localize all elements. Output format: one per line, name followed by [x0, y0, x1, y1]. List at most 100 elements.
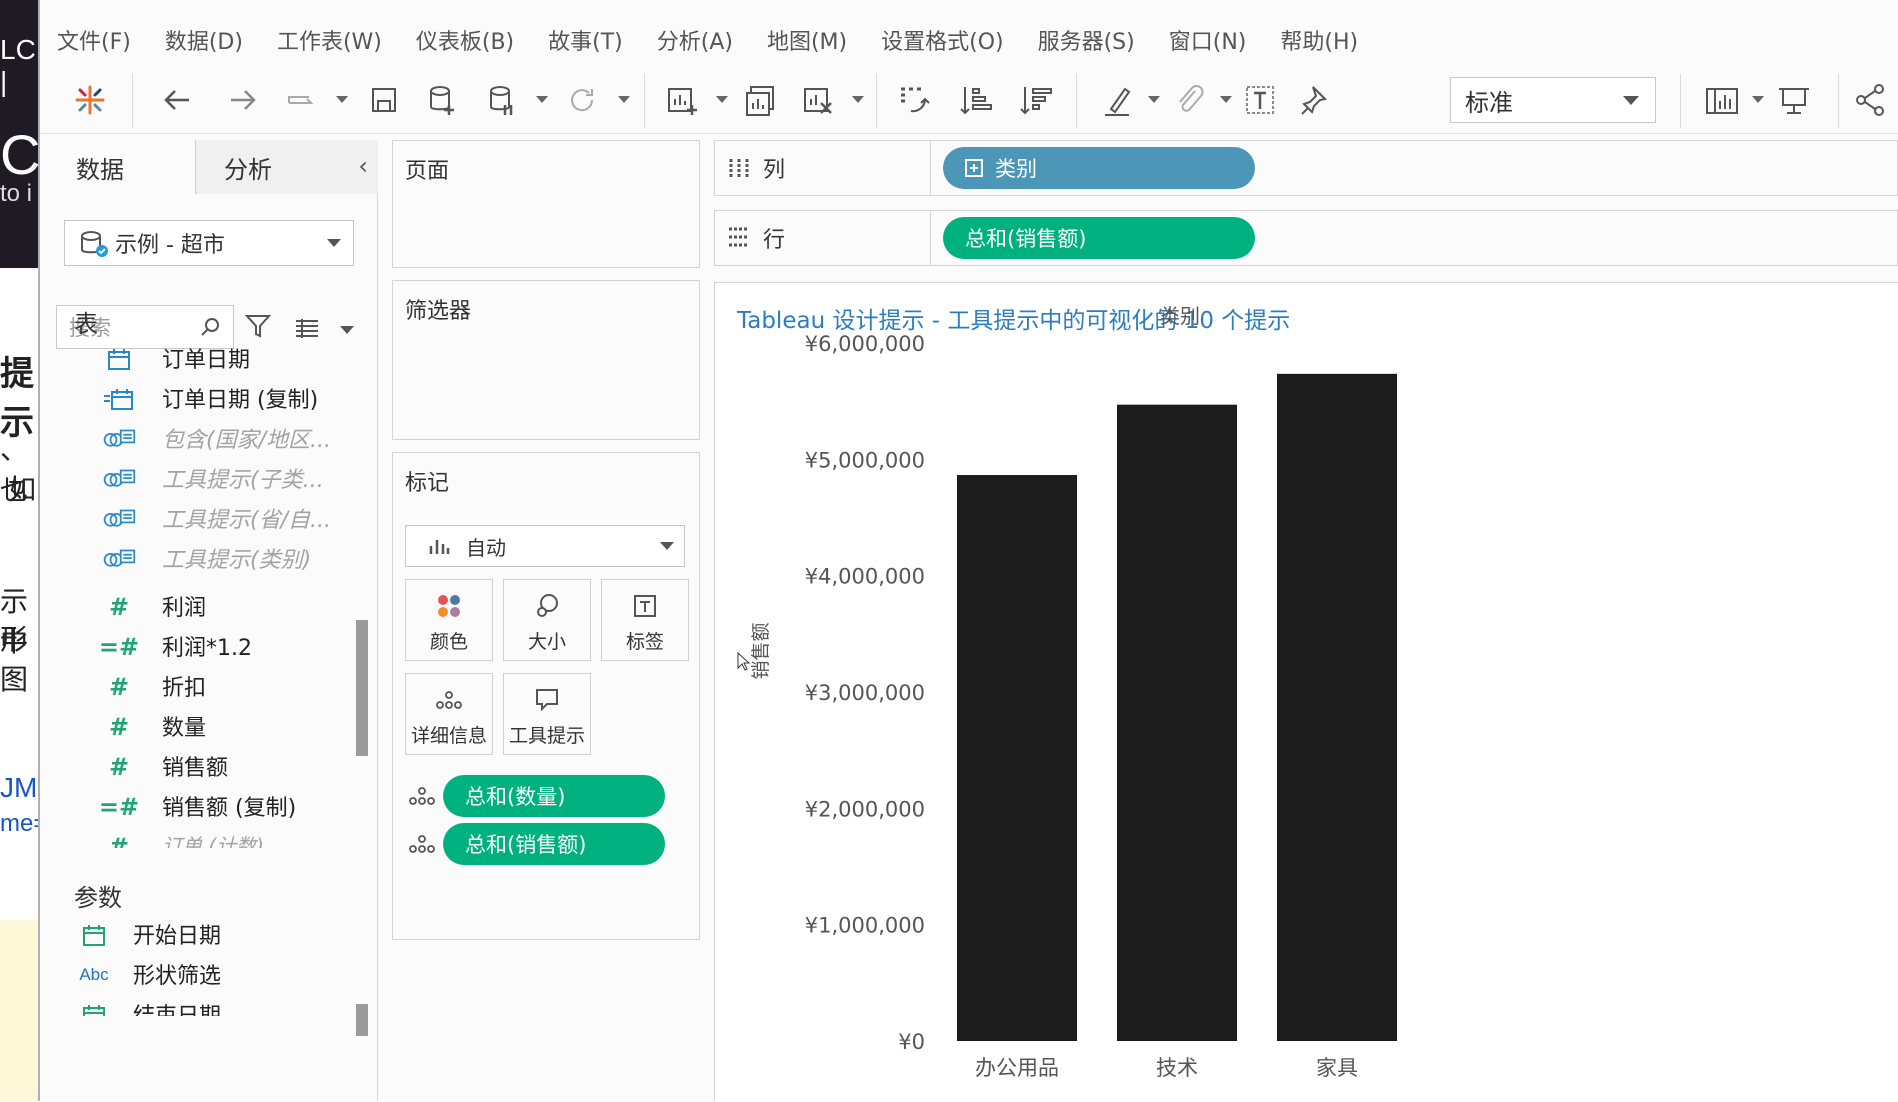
parameter-item[interactable]: 开始日期	[40, 916, 360, 956]
label-button[interactable]: 标签	[601, 579, 689, 661]
highlight-dropdown[interactable]	[1148, 96, 1160, 103]
detail-button[interactable]: 详细信息	[405, 673, 493, 755]
share-icon[interactable]	[1848, 78, 1892, 122]
field-item[interactable]: # 数量	[40, 708, 360, 748]
menu-story[interactable]: 故事(T)	[548, 24, 623, 56]
sort-descending-icon[interactable]	[1014, 78, 1058, 122]
datasource-icon	[79, 229, 111, 265]
presentation-mode-icon[interactable]	[1772, 78, 1816, 122]
calc-measure-icon: =#	[98, 633, 140, 661]
pages-title: 页面	[405, 159, 450, 184]
field-item[interactable]: # 利润	[40, 588, 360, 628]
fields-scrollbar[interactable]	[356, 620, 368, 756]
background-text: me=	[0, 810, 40, 837]
y-tick-label: ¥0	[898, 1030, 925, 1054]
menu-server[interactable]: 服务器(S)	[1038, 24, 1135, 56]
menu-format[interactable]: 设置格式(O)	[881, 24, 1003, 56]
duplicate-sheet-icon[interactable]	[738, 78, 782, 122]
menu-window[interactable]: 窗口(N)	[1169, 24, 1247, 56]
columns-pill[interactable]: 类别	[943, 147, 1255, 189]
pause-updates-icon[interactable]	[480, 78, 524, 122]
x-tick-label: 家具	[1316, 1056, 1358, 1080]
marks-pill-sales[interactable]: 总和(销售额)	[443, 823, 665, 865]
field-item[interactable]: 订单日期	[40, 340, 360, 380]
show-cards-icon[interactable]	[1700, 78, 1744, 122]
field-item[interactable]: =# 利润*1.2	[40, 628, 360, 668]
menu-map[interactable]: 地图(M)	[767, 24, 847, 56]
field-item[interactable]: 工具提示(子类...	[40, 460, 360, 500]
parameter-item[interactable]: Abc 形状筛选	[40, 956, 360, 996]
x-tick-label: 技术	[1156, 1056, 1198, 1080]
marks-card: 标记 自动 颜色 大小 标签 详细信息 工具提示 总和(数量) 总和(销售额)	[392, 452, 700, 940]
refresh-icon[interactable]	[560, 78, 604, 122]
save-icon[interactable]	[362, 78, 406, 122]
color-label: 颜色	[429, 631, 468, 653]
field-item[interactable]: 工具提示(省/自...	[40, 500, 360, 540]
chevron-down-icon	[660, 542, 674, 550]
swap-rows-columns-icon[interactable]	[892, 78, 936, 122]
cards-dropdown[interactable]	[1752, 96, 1764, 103]
menu-worksheet[interactable]: 工作表(W)	[277, 24, 382, 56]
field-item[interactable]: # 销售额	[40, 748, 360, 788]
menu-analysis[interactable]: 分析(A)	[657, 24, 733, 56]
sort-ascending-icon[interactable]	[954, 78, 998, 122]
undo-icon[interactable]	[156, 78, 200, 122]
new-sheet-dropdown[interactable]	[716, 96, 728, 103]
view-list-icon[interactable]	[294, 318, 320, 342]
detail-icon	[407, 833, 437, 861]
tableau-window: 文件(F) 数据(D) 工作表(W) 仪表板(B) 故事(T) 分析(A) 地图…	[40, 0, 1898, 1101]
rows-pill[interactable]: 总和(销售额)	[943, 217, 1255, 259]
datasource-selector[interactable]: 示例 - 超市	[64, 220, 354, 266]
menu-dashboard[interactable]: 仪表板(B)	[416, 24, 514, 56]
show-mark-labels-icon[interactable]	[1238, 78, 1282, 122]
tab-analysis[interactable]: 分析	[196, 140, 378, 194]
fix-axes-icon[interactable]	[1294, 78, 1338, 122]
tooltip-icon	[504, 686, 590, 714]
pages-shelf[interactable]: 页面	[392, 140, 700, 268]
collapse-pane-icon[interactable]: ‹	[358, 152, 368, 180]
x-tick-label: 办公用品	[975, 1056, 1059, 1080]
y-tick-label: ¥2,000,000	[805, 797, 925, 821]
field-item[interactable]: =# 销售额 (复制)	[40, 788, 360, 828]
group-members-icon[interactable]	[1168, 78, 1212, 122]
tables-header: 表	[74, 310, 98, 338]
clear-dropdown[interactable]	[852, 96, 864, 103]
field-item[interactable]: 订单日期 (复制)	[40, 380, 360, 420]
marks-pill-quantity[interactable]: 总和(数量)	[443, 775, 665, 817]
parameter-item[interactable]: 结束日期	[40, 996, 360, 1016]
filters-shelf[interactable]: 筛选器	[392, 280, 700, 440]
rows-shelf[interactable]: 行 总和(销售额)	[714, 210, 1898, 266]
tab-data[interactable]: 数据	[40, 140, 196, 195]
redo-icon[interactable]	[220, 78, 264, 122]
tooltip-button[interactable]: 工具提示	[503, 673, 591, 755]
columns-shelf[interactable]: 列 类别	[714, 140, 1898, 196]
replay-dropdown[interactable]	[336, 96, 348, 103]
group-dropdown[interactable]	[1220, 96, 1232, 103]
tableau-logo-icon[interactable]	[68, 78, 112, 122]
clear-sheet-icon[interactable]	[796, 78, 840, 122]
background-text: 如	[8, 473, 37, 506]
field-item[interactable]: # 订单 (计数)	[40, 828, 360, 848]
field-item[interactable]: 包含(国家/地区...	[40, 420, 360, 460]
mark-type-dropdown[interactable]: 自动	[405, 525, 685, 567]
field-item[interactable]: # 折扣	[40, 668, 360, 708]
menu-file[interactable]: 文件(F)	[57, 24, 131, 56]
field-name: 利润*1.2	[162, 636, 252, 661]
new-worksheet-icon[interactable]	[660, 78, 704, 122]
size-button[interactable]: 大小	[503, 579, 591, 661]
replay-icon[interactable]	[280, 78, 324, 122]
y-tick-label: ¥6,000,000	[805, 332, 925, 356]
new-datasource-icon[interactable]	[420, 78, 464, 122]
field-item[interactable]: 工具提示(类别)	[40, 540, 360, 580]
params-scrollbar[interactable]	[356, 1004, 368, 1036]
menu-help[interactable]: 帮助(H)	[1280, 24, 1358, 56]
color-button[interactable]: 颜色	[405, 579, 493, 661]
highlight-icon[interactable]	[1096, 78, 1140, 122]
fit-dropdown[interactable]: 标准	[1450, 77, 1656, 123]
menu-data[interactable]: 数据(D)	[165, 24, 243, 56]
chevron-down-icon	[1623, 96, 1639, 105]
pause-dropdown[interactable]	[536, 96, 548, 103]
measure-icon: #	[108, 833, 130, 848]
view-dropdown[interactable]	[340, 326, 354, 334]
refresh-dropdown[interactable]	[618, 96, 630, 103]
